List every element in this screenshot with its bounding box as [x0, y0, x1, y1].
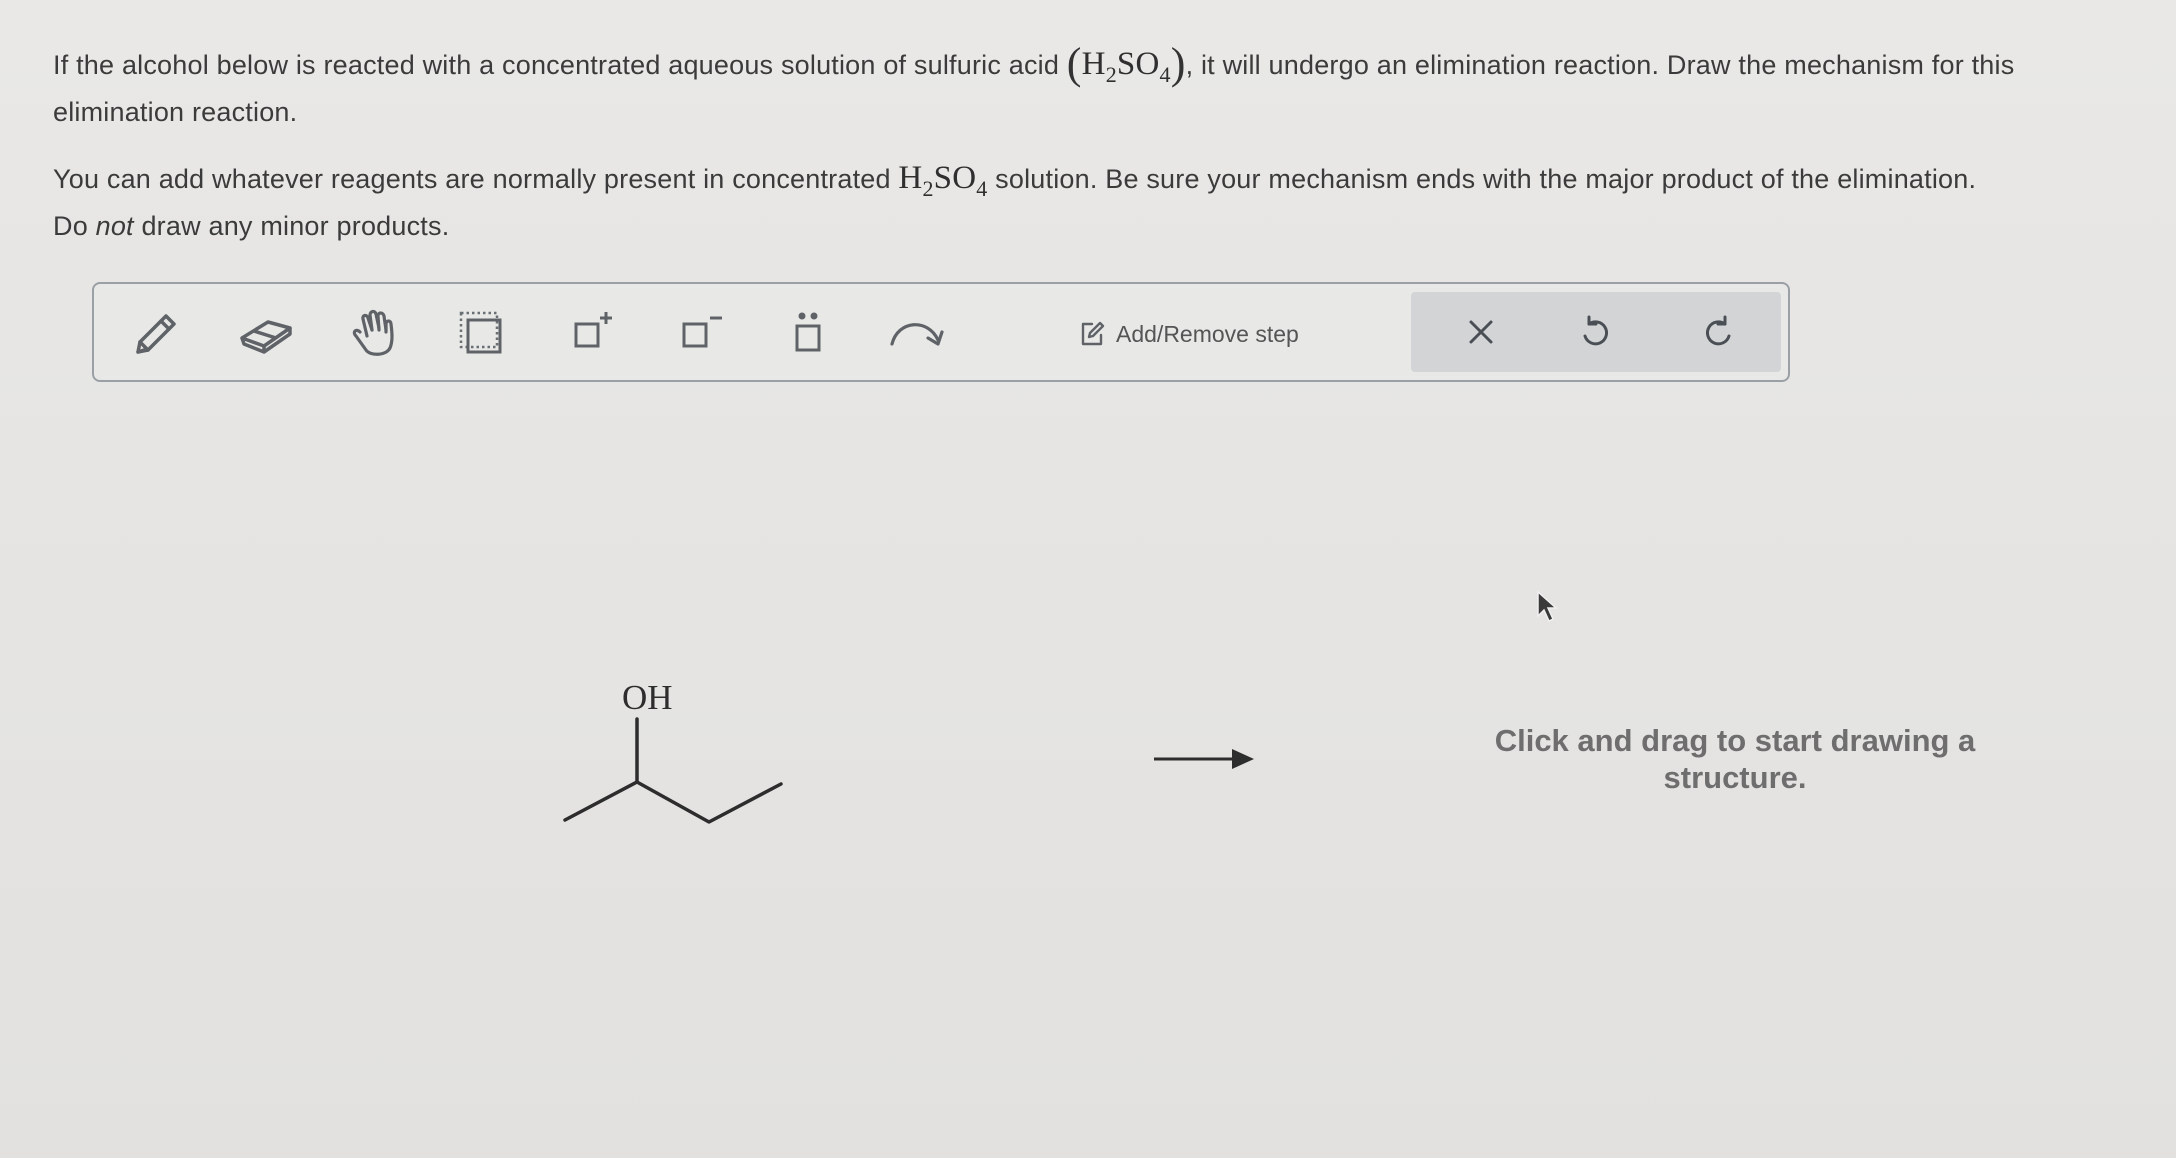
add-remove-step-button[interactable]: Add/Remove step: [1078, 314, 1299, 354]
sulfuric-acid-formula-2: H2SO4: [898, 160, 988, 201]
clear-button[interactable]: [1453, 304, 1509, 360]
drawing-canvas-hint[interactable]: Click and drag to start drawing a struct…: [1490, 722, 1980, 796]
alcohol-structure: [563, 717, 783, 824]
close-icon: [1469, 320, 1493, 344]
carbon-chain: [563, 780, 783, 824]
redo-button[interactable]: [1691, 304, 1747, 360]
selection-box-icon: [459, 311, 502, 354]
pencil-icon: [136, 314, 176, 354]
select-tool[interactable]: [452, 306, 512, 362]
sulfuric-acid-formula: H2SO4: [1081, 46, 1171, 87]
question-paragraph-2: You can add whatever reagents are normal…: [53, 160, 1977, 241]
pan-tool[interactable]: [344, 306, 404, 362]
positive-charge-tool[interactable]: [562, 306, 622, 362]
undo-icon: [1583, 315, 1609, 346]
history-controls: [1411, 292, 1781, 372]
hydroxyl-label: OH: [622, 678, 673, 717]
redo-icon: [1705, 315, 1731, 346]
negative-charge-tool[interactable]: [670, 306, 730, 362]
add-lone-pair-icon: [795, 312, 821, 352]
hand-icon: [352, 309, 394, 356]
question-paragraph-1: If the alcohol below is reacted with a c…: [53, 39, 2015, 127]
curved-arrow-icon: [890, 323, 944, 346]
curved-arrow-tool[interactable]: [886, 306, 946, 362]
add-remove-step-label: Add/Remove step: [1116, 320, 1299, 347]
question-prompt: If the alcohol below is reacted with a c…: [53, 40, 2143, 250]
add-negative-charge-icon: [682, 316, 722, 348]
edit-icon: [1081, 321, 1105, 346]
add-positive-charge-icon: [574, 312, 612, 348]
drawing-toolbar: Add/Remove step: [92, 282, 1790, 382]
eraser-tool[interactable]: [236, 306, 296, 362]
pencil-tool[interactable]: [126, 306, 186, 362]
eraser-icon: [240, 320, 292, 354]
lone-pair-tool[interactable]: [778, 306, 838, 362]
reaction-arrow: [1154, 749, 1254, 769]
undo-button[interactable]: [1567, 304, 1623, 360]
mouse-pointer-icon: [1537, 590, 1558, 623]
